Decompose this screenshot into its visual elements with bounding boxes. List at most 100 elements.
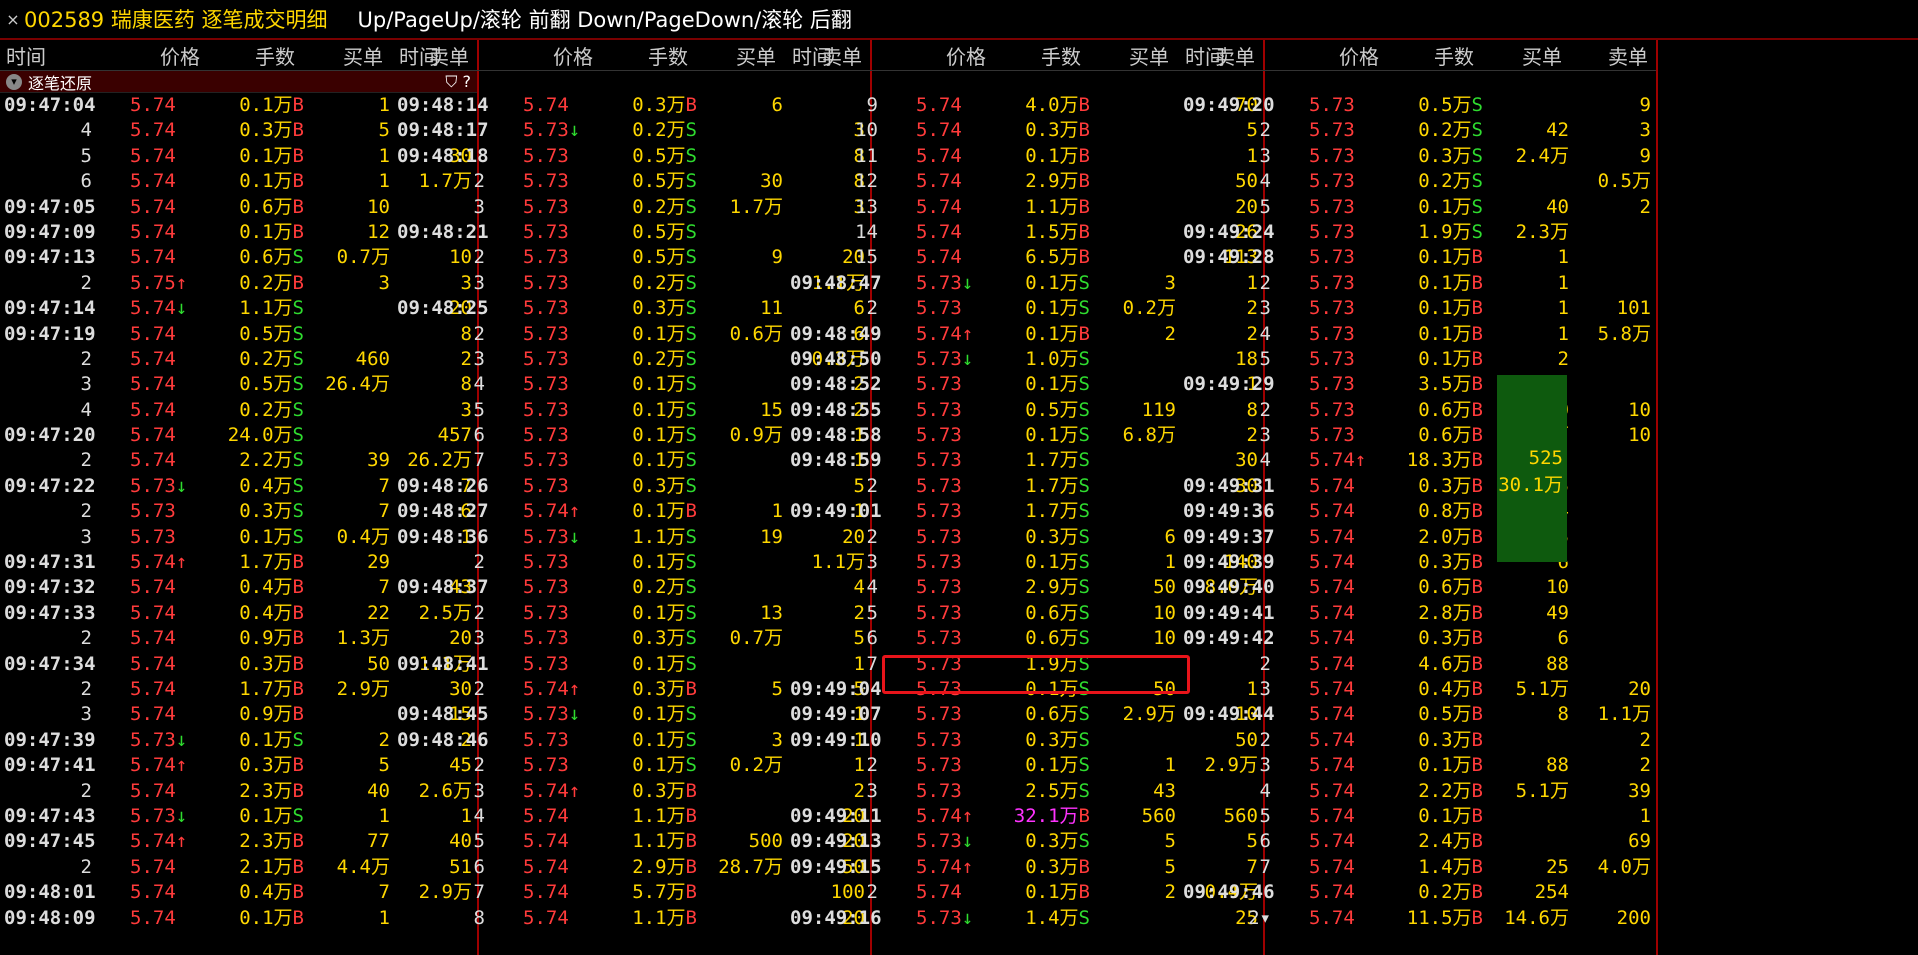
buy-order: 6 (1557, 627, 1569, 650)
trade-row: 09:49:44 5.74 0.5万B 8 1.1万 (1179, 702, 1656, 727)
arrow-down-icon: ↓ (568, 119, 581, 142)
direction-flag: B (1471, 601, 1483, 624)
trade-time: 3 (1259, 424, 1271, 447)
direction-flag: B (1471, 322, 1483, 345)
sell-order: 2 (1639, 195, 1651, 218)
header-sell[interactable]: 卖单 (1562, 41, 1648, 70)
buy-order: 77 (367, 830, 390, 853)
buy-order: 10 (367, 195, 390, 218)
volume-value: 0.5万 (1418, 94, 1472, 116)
trade-time: 09:49:07 (790, 703, 882, 726)
header-qty[interactable]: 手数 (200, 41, 295, 70)
volume-value: 0.2万 (632, 195, 686, 218)
volume-value: 11.5万 (1406, 906, 1472, 929)
header-time[interactable]: 时间 (786, 41, 936, 70)
trade-volume: 0.1万B (1393, 296, 1483, 321)
trade-row: 5 5.74 0.1万B 1 (1179, 804, 1656, 829)
trade-volume: 0.3万S (1000, 525, 1090, 550)
trade-time: 3 (473, 627, 485, 650)
filter-label[interactable]: 逐笔还原 (28, 70, 92, 94)
header-buy[interactable]: 买单 (1474, 41, 1562, 70)
direction-flag: B (292, 576, 304, 599)
trade-volume: 2.4万B (1393, 829, 1483, 854)
header-price[interactable]: 价格 (1329, 41, 1379, 70)
trade-volume: 24.0万S (214, 423, 304, 448)
price-value: 5.74 (1309, 754, 1355, 777)
header-qty[interactable]: 手数 (1379, 41, 1474, 70)
price-value: 5.73 (130, 728, 176, 751)
price-value: 5.73 (1309, 424, 1355, 447)
price-value: 5.74 (916, 94, 962, 116)
trade-row: 4 5.73 0.2万S 0.5万 (1179, 169, 1656, 194)
volume-value: 0.1万 (632, 322, 686, 345)
price-value: 5.73 (1309, 271, 1355, 294)
buy-order: 0.7万 (336, 246, 390, 269)
arrow-up-icon: ↑ (175, 271, 188, 294)
volume-value: 0.9万 (239, 627, 293, 650)
volume-value: 0.1万 (239, 906, 293, 929)
trade-time: 4 (866, 576, 878, 599)
trade-volume: 0.1万S (1000, 271, 1090, 296)
header-time[interactable]: 时间 (1179, 41, 1329, 70)
volume-value: 0.1万 (1418, 195, 1472, 218)
price-value: 5.73 (916, 449, 962, 472)
buy-order: 1 (1557, 297, 1569, 320)
trade-price: 5.73 (523, 220, 595, 245)
trade-volume: 0.3万B (1393, 728, 1483, 753)
trade-time: 09:49:41 (1183, 601, 1275, 624)
price-value: 5.74 (523, 500, 569, 523)
volume-value: 0.1万 (239, 804, 293, 827)
header-qty[interactable]: 手数 (986, 41, 1081, 70)
trade-volume: 0.6万S (1000, 626, 1090, 651)
direction-flag: S (685, 220, 697, 243)
trade-time: 09:47:45 (4, 830, 96, 853)
trade-volume: 0.4万B (1393, 677, 1483, 702)
trade-price: 5.73 (1309, 195, 1381, 220)
sell-order: 69 (1628, 830, 1651, 853)
buy-order: 1 (1164, 754, 1176, 777)
volume-value: 1.1万 (632, 830, 686, 853)
header-buy[interactable]: 买单 (688, 41, 776, 70)
volume-value: 0.2万 (632, 576, 686, 599)
header-time[interactable]: 时间 (0, 41, 150, 70)
volume-value: 0.3万 (632, 677, 686, 700)
trade-volume: 0.1万S (607, 550, 697, 575)
price-value: 5.74 (916, 881, 962, 904)
volume-value: 0.6万 (1418, 424, 1472, 447)
header-buy[interactable]: 买单 (295, 41, 383, 70)
header-price[interactable]: 价格 (936, 41, 986, 70)
chevron-down-icon[interactable]: ▾ (6, 73, 22, 90)
direction-flag: B (1471, 297, 1483, 320)
header-price[interactable]: 价格 (150, 41, 200, 70)
close-icon[interactable]: × (2, 10, 24, 29)
trade-price: 5.74 (130, 245, 202, 270)
trade-time: 09:48:52 (790, 373, 882, 396)
trade-time: 3 (473, 271, 485, 294)
header-price[interactable]: 价格 (543, 41, 593, 70)
buy-order: 40 (1546, 195, 1569, 218)
buy-order: 12 (367, 220, 390, 243)
direction-flag: B (292, 652, 304, 675)
direction-flag: S (1078, 601, 1090, 624)
volume-value: 0.3万 (1025, 728, 1079, 751)
volume-value: 0.3万 (239, 754, 293, 777)
buy-order: 0.2万 (1122, 297, 1176, 320)
direction-flag: S (685, 449, 697, 472)
trade-time: 2 (1259, 728, 1271, 751)
trade-time: 11 (855, 144, 878, 167)
trade-time: 2 (866, 525, 878, 548)
trade-time: 7 (1259, 855, 1271, 878)
trade-price: 5.73 (523, 398, 595, 423)
header-time[interactable]: 时间 (393, 41, 543, 70)
trade-time: 09:48:01 (4, 881, 96, 904)
trade-price: 5.73 (916, 423, 988, 448)
buy-order: 1 (771, 500, 783, 523)
trade-price: 5.74 (523, 855, 595, 880)
header-qty[interactable]: 手数 (593, 41, 688, 70)
volume-value: 2.3万 (239, 830, 293, 853)
volume-value: 0.1万 (1025, 271, 1079, 294)
price-value: 5.74 (916, 322, 962, 345)
header-buy[interactable]: 买单 (1081, 41, 1169, 70)
trade-price: 5.74 (1309, 804, 1381, 829)
price-value: 5.74 (130, 119, 176, 142)
